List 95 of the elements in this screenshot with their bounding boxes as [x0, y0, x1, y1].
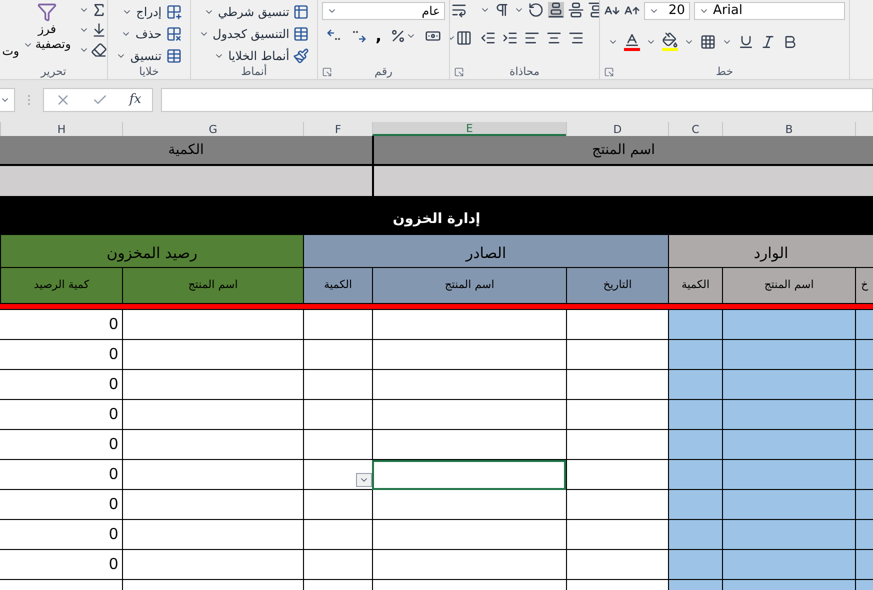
section-header: الوارد [668, 235, 873, 268]
table-cell [855, 490, 873, 520]
table-cell [668, 430, 722, 460]
ribbon-command-label[interactable]: وت [0, 42, 20, 60]
decrease-indent-icon[interactable] [480, 30, 496, 46]
align-middle-icon[interactable] [568, 2, 584, 18]
column-heading: التاريخ [566, 268, 668, 303]
command-icon [166, 48, 182, 63]
sheet-title: إدارة الخزون [392, 210, 480, 229]
table-cell [668, 460, 722, 490]
sort-filter-button[interactable]: فرز وتصفية [23, 2, 71, 52]
underline-icon[interactable] [738, 34, 754, 50]
dialog-launcher-icon[interactable] [604, 67, 614, 77]
table-cell [668, 490, 722, 520]
table-cell [855, 550, 873, 580]
table-cell [303, 520, 372, 550]
drag-handle-icon[interactable] [27, 94, 31, 106]
table-cell [855, 580, 873, 590]
command-icon [293, 26, 310, 42]
column-heading: اسم المنتج [372, 268, 566, 303]
comma-style-button[interactable]: , [375, 28, 382, 44]
borders-icon[interactable] [700, 34, 716, 50]
table-cell [855, 460, 873, 490]
group-label: أنماط [240, 66, 267, 76]
section-header: الصادر [303, 235, 668, 268]
column-heading: خ [855, 268, 873, 303]
table-cell [303, 550, 372, 580]
sort-filter-icon [37, 2, 58, 22]
table-cell [303, 340, 372, 370]
command-icon [293, 4, 310, 20]
group-label: تحرير [40, 66, 66, 76]
dialog-launcher-icon[interactable] [322, 67, 332, 77]
table-cell [668, 310, 722, 340]
table-cell: اسم المنتج [372, 136, 873, 164]
decimal-arrows-icon[interactable] [350, 28, 367, 44]
eraser-icon[interactable] [90, 42, 107, 58]
command-icon [166, 4, 182, 20]
italic-icon[interactable] [760, 34, 776, 50]
dropdown-button[interactable] [356, 473, 372, 487]
column-heading: كمية الرصيد [0, 268, 122, 303]
command-icon [166, 26, 182, 42]
font-size-field[interactable]: 20 [644, 2, 690, 20]
table-cell [855, 340, 873, 370]
table-cell [668, 340, 722, 370]
table-cell [855, 430, 873, 460]
column-heading: الكمية [668, 268, 722, 303]
formula-input[interactable] [161, 88, 873, 112]
column-header[interactable]: E [372, 122, 566, 136]
column-heading: اسم المنتج [122, 268, 303, 303]
table-cell [855, 370, 873, 400]
align-right-icon[interactable] [568, 30, 584, 46]
wrap-text-icon[interactable] [450, 2, 466, 18]
font-name-field[interactable]: Arial [694, 2, 845, 20]
selected-cell[interactable] [372, 460, 566, 490]
align-bottom-icon[interactable] [548, 2, 564, 18]
column-heading: الكمية [303, 268, 372, 303]
increase-indent-icon[interactable] [502, 30, 518, 46]
ribbon-command[interactable]: التنسيق كجدول [198, 24, 310, 44]
command-icon [293, 48, 310, 63]
table-cell [303, 310, 372, 340]
table-cell [855, 520, 873, 550]
align-left-icon[interactable] [524, 30, 540, 46]
fill-color-icon[interactable] [662, 32, 678, 51]
group-label: خلايا [139, 66, 159, 76]
table-cell [855, 310, 873, 340]
text-direction-icon[interactable] [494, 2, 510, 18]
font-color-icon[interactable] [624, 32, 640, 51]
table-cell [303, 400, 372, 430]
table-cell [668, 370, 722, 400]
ribbon-command[interactable]: أنماط الخلايا [214, 46, 310, 63]
column-heading: اسم المنتج [722, 268, 855, 303]
ribbon-command[interactable]: تنسيق [116, 46, 182, 63]
table-cell [303, 370, 372, 400]
merge-cells-icon[interactable] [456, 30, 472, 46]
fill-down-icon[interactable] [90, 22, 107, 38]
orientation-icon[interactable] [528, 2, 544, 18]
ribbon-command[interactable]: تنسيق شرطي [204, 2, 310, 22]
group-label: محاذاة [509, 66, 540, 76]
number-format-dropdown[interactable]: عام [322, 2, 445, 20]
group-label: رقم [374, 66, 392, 76]
ribbon-command[interactable]: إدراج [122, 2, 182, 22]
table-cell [668, 580, 722, 590]
table-cell [668, 550, 722, 580]
dialog-launcher-icon[interactable] [454, 67, 464, 77]
group-label: خط [716, 66, 734, 76]
table-cell [668, 520, 722, 550]
align-center-icon[interactable] [546, 30, 562, 46]
table-cell-text: الكمية [167, 140, 205, 160]
section-header: رصيد المخزون [0, 235, 303, 268]
insert-function-button[interactable]: fx [129, 90, 142, 110]
table-cell [668, 400, 722, 430]
percent-icon[interactable] [390, 28, 406, 44]
table-cell [855, 400, 873, 430]
align-top-icon[interactable] [588, 2, 599, 18]
ribbon-command[interactable]: حذف [121, 24, 182, 44]
